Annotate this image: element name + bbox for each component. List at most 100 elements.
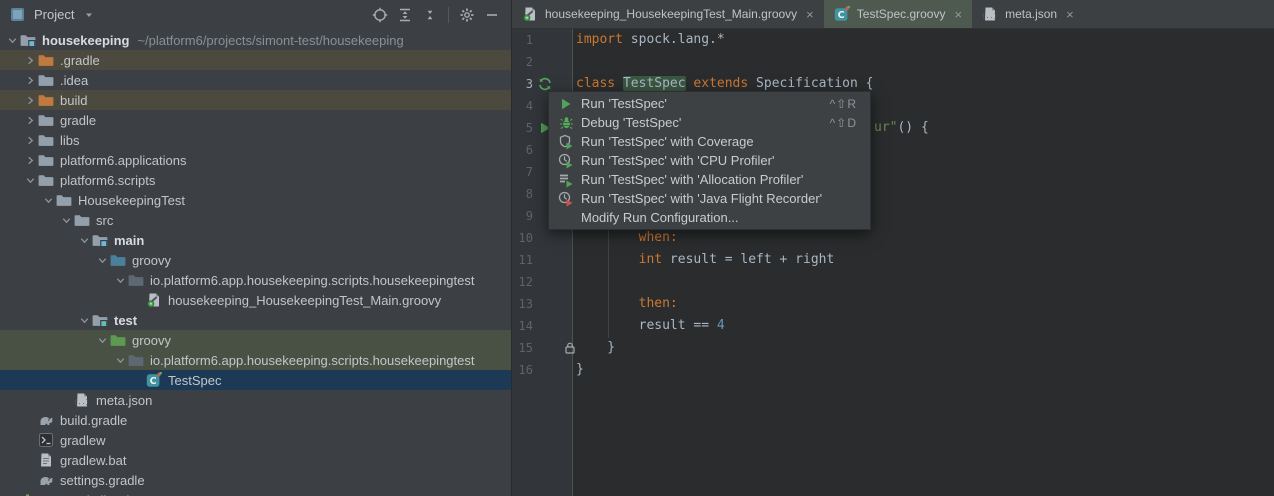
menu-item-run-testspec-with-coverage[interactable]: Run 'TestSpec' with Coverage: [549, 132, 870, 151]
tree-item-idea[interactable]: .idea: [0, 70, 511, 90]
settings-gear-icon[interactable]: [457, 5, 477, 25]
chevron-expanded-icon[interactable]: [76, 312, 92, 328]
editor-tab-testspec-groovy[interactable]: CTestSpec.groovy×: [824, 0, 972, 28]
tab-label: housekeeping_HousekeepingTest_Main.groov…: [545, 7, 797, 21]
chevron-expanded-icon[interactable]: [94, 252, 110, 268]
tree-item-label: housekeeping: [42, 33, 129, 48]
chevron-expanded-icon[interactable]: [112, 352, 128, 368]
chevron-expanded-icon[interactable]: [58, 212, 74, 228]
tree-item-build[interactable]: build: [0, 90, 511, 110]
chevron-expanded-icon[interactable]: [94, 332, 110, 348]
chevron-expanded-icon[interactable]: [76, 232, 92, 248]
close-tab-icon[interactable]: ×: [954, 8, 962, 21]
tree-item-label: External Libraries: [42, 493, 143, 496]
chevron-collapsed-icon[interactable]: [4, 492, 20, 496]
menu-item-label: Debug 'TestSpec': [581, 115, 681, 130]
chevron-collapsed-icon[interactable]: [22, 112, 38, 128]
code-token: () {: [897, 120, 928, 135]
tree-item-label: groovy: [132, 333, 171, 348]
code-token: [576, 252, 639, 267]
tree-item-settings-gradle[interactable]: settings.gradle: [0, 470, 511, 490]
code-line-10[interactable]: when:: [512, 227, 1274, 249]
tree-item-src[interactable]: src: [0, 210, 511, 230]
tree-item-groovy[interactable]: groovy: [0, 330, 511, 350]
folder-src-test-icon: [92, 312, 108, 328]
menu-item-modify-run-configuration[interactable]: Modify Run Configuration...: [549, 208, 870, 227]
code-line-15[interactable]: }: [512, 337, 1274, 359]
editor-tab-housekeeping-housekeepingtest-main-groov[interactable]: housekeeping_HousekeepingTest_Main.groov…: [512, 0, 824, 28]
tree-item-label: build: [60, 93, 87, 108]
menu-item-run-testspec-with-allocation-profiler[interactable]: Run 'TestSpec' with 'Allocation Profiler…: [549, 170, 870, 189]
tree-item-housekeeping-housekeepingtest-main-groov[interactable]: housekeeping_HousekeepingTest_Main.groov…: [0, 290, 511, 310]
folder-module-icon: [20, 32, 36, 48]
close-tab-icon[interactable]: ×: [1066, 8, 1074, 21]
folder-source-icon: [110, 252, 126, 268]
chevron-collapsed-icon[interactable]: [22, 72, 38, 88]
gutter-line-10: 10: [512, 227, 572, 249]
tree-item-meta-json[interactable]: {..}meta.json: [0, 390, 511, 410]
profiler-cpu-icon: [558, 153, 574, 169]
tree-item-housekeepingtest[interactable]: HousekeepingTest: [0, 190, 511, 210]
project-tree: housekeeping~/platform6/projects/simont-…: [0, 30, 511, 496]
collapse-all-icon[interactable]: [420, 5, 440, 25]
close-tab-icon[interactable]: ×: [806, 8, 814, 21]
chevron-placeholder: [22, 472, 38, 488]
menu-item-debug-testspec[interactable]: Debug 'TestSpec'^⇧D: [549, 113, 870, 132]
chevron-expanded-icon[interactable]: [22, 172, 38, 188]
code-token: }: [576, 340, 615, 355]
tree-item-test[interactable]: test: [0, 310, 511, 330]
chevron-collapsed-icon[interactable]: [22, 152, 38, 168]
run-class-gutter-icon[interactable]: [537, 76, 553, 92]
expand-all-icon[interactable]: [395, 5, 415, 25]
code-token: import: [576, 32, 623, 47]
editor-tab-meta-json[interactable]: {..} meta.json ×: [972, 0, 1084, 28]
tree-item-platform6-scripts[interactable]: platform6.scripts: [0, 170, 511, 190]
tree-item-gradle[interactable]: gradle: [0, 110, 511, 130]
code-fragment: ur"() {: [874, 117, 929, 139]
code-token: ur": [874, 120, 897, 135]
menu-item-run-testspec-with-java-flight-recorder[interactable]: Run 'TestSpec' with 'Java Flight Recorde…: [549, 189, 870, 208]
project-panel-title[interactable]: Project: [34, 7, 74, 22]
chevron-collapsed-icon[interactable]: [22, 132, 38, 148]
package-icon: [128, 272, 144, 288]
json-file-icon: {..}: [982, 6, 998, 22]
tree-item-external-libraries[interactable]: External Libraries: [0, 490, 511, 496]
tree-item-testspec[interactable]: CTestSpec: [0, 370, 511, 390]
tree-item-housekeeping[interactable]: housekeeping~/platform6/projects/simont-…: [0, 30, 511, 50]
code-line-14[interactable]: result == 4: [512, 315, 1274, 337]
code-line-12[interactable]: [512, 271, 1274, 293]
tree-item-label: test: [114, 313, 137, 328]
tree-item-main[interactable]: main: [0, 230, 511, 250]
tree-item-io-platform6-app-housekeeping-scripts-ho[interactable]: io.platform6.app.housekeeping.scripts.ho…: [0, 270, 511, 290]
chevron-expanded-icon[interactable]: [40, 192, 56, 208]
tree-item-gradlew[interactable]: gradlew: [0, 430, 511, 450]
folder-icon: [38, 152, 54, 168]
menu-item-run-testspec[interactable]: Run 'TestSpec'^⇧R: [549, 94, 870, 113]
code-line-13[interactable]: then:: [512, 293, 1274, 315]
profiler-alloc-icon: [558, 172, 574, 188]
tree-item-gradle[interactable]: .gradle: [0, 50, 511, 70]
line-number: 16: [512, 363, 533, 377]
chevron-expanded-icon[interactable]: [4, 32, 20, 48]
tab-label: meta.json: [1005, 7, 1057, 21]
chevron-collapsed-icon[interactable]: [22, 52, 38, 68]
chevron-collapsed-icon[interactable]: [22, 92, 38, 108]
tree-item-label: housekeeping_HousekeepingTest_Main.groov…: [168, 293, 441, 308]
menu-item-run-testspec-with-cpu-profiler[interactable]: Run 'TestSpec' with 'CPU Profiler': [549, 151, 870, 170]
tree-item-libs[interactable]: libs: [0, 130, 511, 150]
code-line-2[interactable]: [512, 51, 1274, 73]
tree-item-groovy[interactable]: groovy: [0, 250, 511, 270]
tree-item-io-platform6-app-housekeeping-scripts-ho[interactable]: io.platform6.app.housekeeping.scripts.ho…: [0, 350, 511, 370]
project-tool-window: Project housekeeping~/platform6/project: [0, 0, 511, 496]
tree-item-build-gradle[interactable]: build.gradle: [0, 410, 511, 430]
code-line-11[interactable]: int result = left + right: [512, 249, 1274, 271]
code-line-16[interactable]: }: [512, 359, 1274, 381]
chevron-expanded-icon[interactable]: [112, 272, 128, 288]
tree-item-platform6-applications[interactable]: platform6.applications: [0, 150, 511, 170]
tree-item-gradlew-bat[interactable]: gradlew.bat: [0, 450, 511, 470]
chevron-down-icon[interactable]: [79, 5, 99, 25]
tree-item-label: build.gradle: [60, 413, 127, 428]
locate-file-icon[interactable]: [370, 5, 390, 25]
code-line-1[interactable]: import spock.lang.*: [512, 29, 1274, 51]
hide-panel-icon[interactable]: [482, 5, 502, 25]
